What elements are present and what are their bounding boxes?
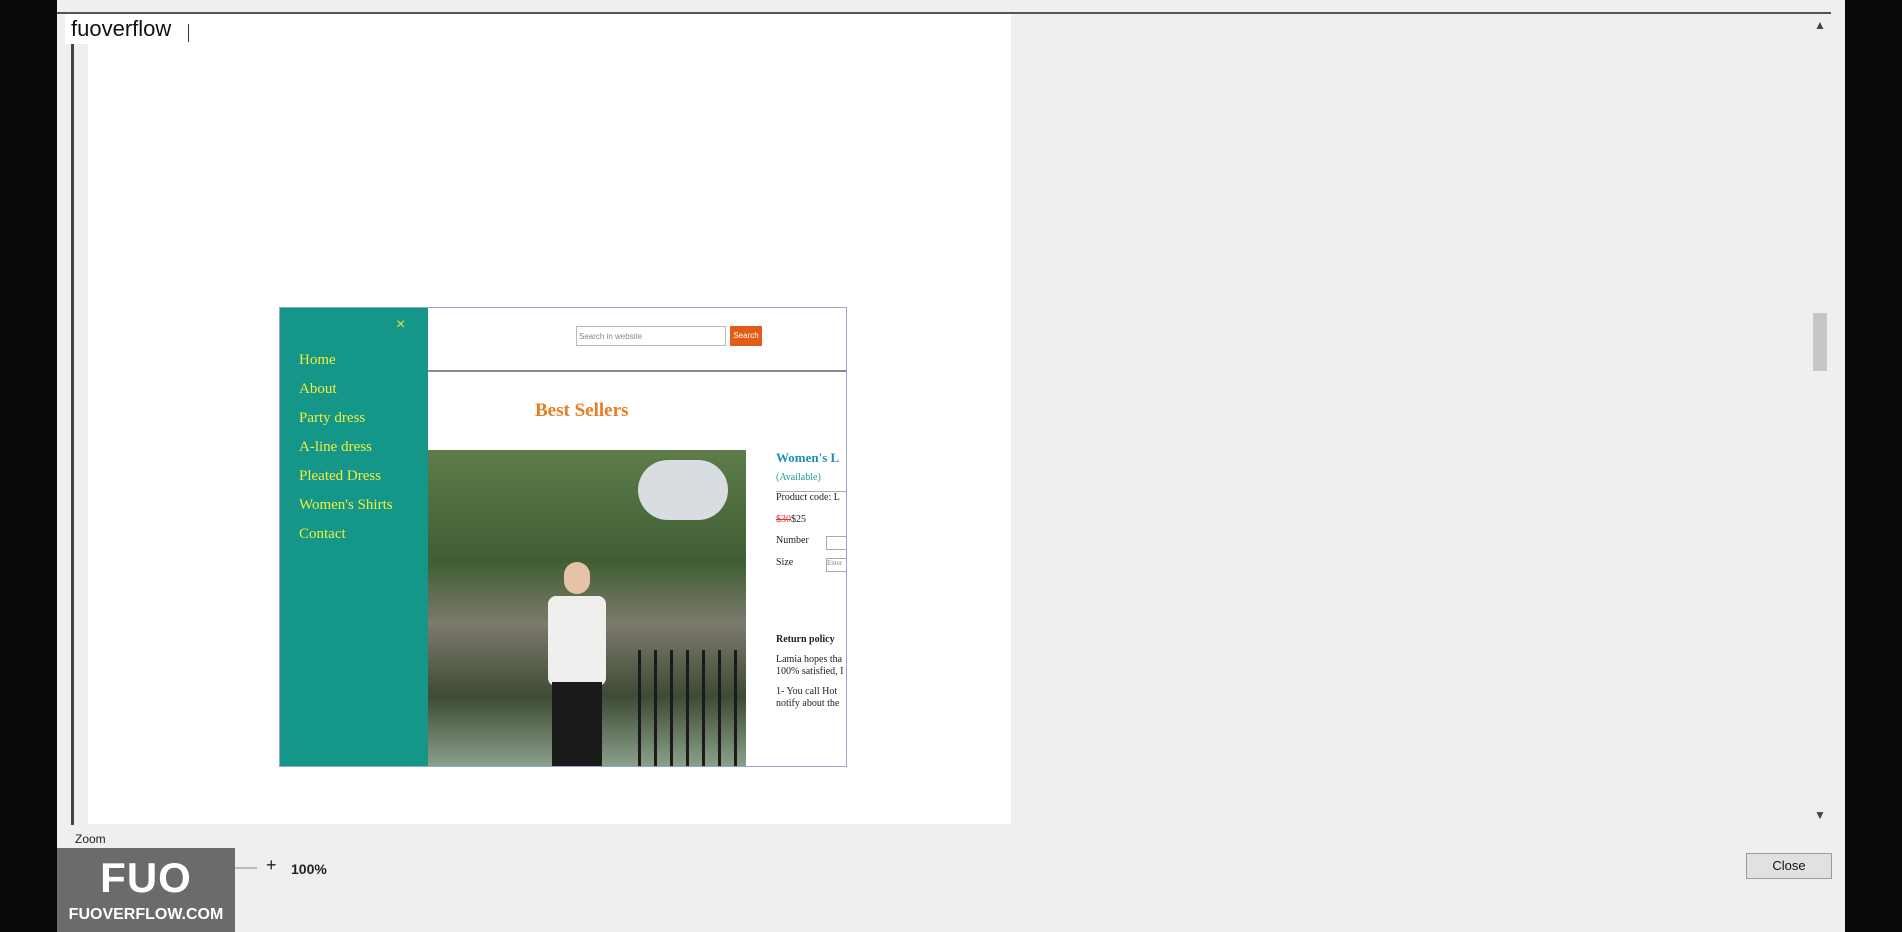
photo-railing — [638, 650, 746, 766]
photo-model-skirt — [552, 682, 602, 766]
text-caret — [188, 24, 189, 42]
number-input[interactable] — [826, 536, 846, 550]
return-policy-text-1: Lamia hopes tha — [776, 654, 843, 665]
size-label: Size — [776, 557, 794, 568]
zoom-in-button[interactable]: + — [266, 855, 277, 876]
search-input[interactable]: Search in website — [576, 326, 726, 346]
section-heading: Best Sellers — [535, 400, 629, 421]
return-policy-text-4: notify about the — [776, 698, 840, 709]
logo-mark: FUO — [100, 854, 192, 901]
photo-sky — [638, 460, 728, 520]
nav-item-pleated-dress[interactable]: Pleated Dress — [299, 468, 393, 497]
nav-item-a-line-dress[interactable]: A-line dress — [299, 439, 393, 468]
vertical-scrollbar[interactable]: ▲ ▼ — [1809, 14, 1831, 826]
photo-model-head — [564, 562, 590, 594]
nav-list: Home About Party dress A-line dress Plea… — [299, 352, 393, 555]
close-button[interactable]: Close — [1746, 853, 1832, 879]
nav-item-party-dress[interactable]: Party dress — [299, 410, 393, 439]
photo-model — [540, 562, 614, 766]
return-policy-title: Return policy — [776, 634, 835, 645]
nav-item-womens-shirts[interactable]: Women's Shirts — [299, 497, 393, 526]
scroll-thumb[interactable] — [1813, 313, 1827, 371]
new-price: $25 — [791, 514, 806, 525]
scroll-down-icon[interactable]: ▼ — [1809, 806, 1831, 824]
print-preview-window: × Home About Party dress A-line dress Pl… — [57, 0, 1845, 932]
fuo-logo: FUO FUOVERFLOW.COM — [57, 848, 235, 932]
search-button[interactable]: Search — [730, 326, 762, 346]
zoom-label: Zoom — [75, 832, 106, 846]
nav-item-about[interactable]: About — [299, 381, 393, 410]
zoom-value: 100% — [291, 861, 327, 877]
product-title[interactable]: Women's L — [776, 450, 846, 466]
old-price: $30 — [776, 514, 791, 525]
side-nav: × Home About Party dress A-line dress Pl… — [280, 308, 428, 766]
scroll-up-icon[interactable]: ▲ — [1809, 16, 1831, 34]
price: $30$25 — [776, 514, 806, 525]
logo-url: FUOVERFLOW.COM — [68, 906, 224, 923]
return-policy-text-2: 100% satisfied, I — [776, 666, 844, 677]
product-code: Product code: L — [776, 492, 840, 503]
left-border — [71, 40, 74, 825]
preview-canvas: × Home About Party dress A-line dress Pl… — [88, 14, 1011, 824]
product-photo — [428, 450, 746, 766]
nav-item-contact[interactable]: Contact — [299, 526, 393, 555]
nav-item-home[interactable]: Home — [299, 352, 393, 381]
availability: (Available) — [776, 472, 821, 483]
site-header: Search in website Search — [428, 308, 846, 372]
return-policy-text-3: 1- You call Hot — [776, 686, 838, 697]
number-label: Number — [776, 535, 809, 546]
size-input[interactable]: Enter — [826, 558, 846, 572]
watermark-text: fuoverflow — [65, 14, 178, 44]
product-info: Women's L (Available) Product code: L $3… — [776, 450, 846, 709]
mini-website: × Home About Party dress A-line dress Pl… — [279, 307, 847, 767]
photo-model-blouse — [548, 596, 606, 686]
close-icon[interactable]: × — [396, 316, 405, 334]
